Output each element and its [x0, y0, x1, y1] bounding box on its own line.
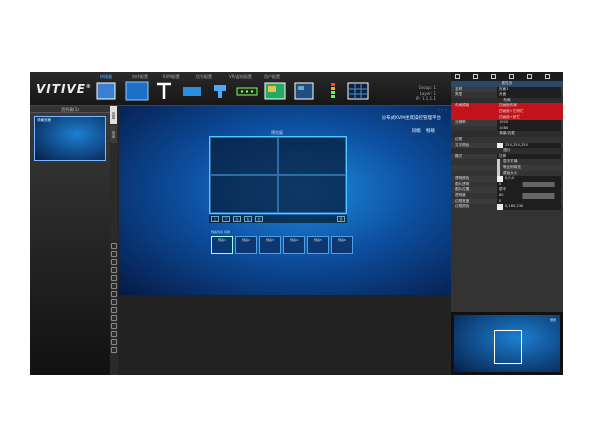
property-section: 布局 — [503, 97, 511, 102]
side-tool-icon[interactable] — [111, 307, 117, 313]
preset-button[interactable]: 预案6 — [331, 236, 353, 254]
properties-toolbar — [451, 72, 563, 81]
preset-label: 预案2 — [242, 238, 250, 242]
preset-label: 预案4 — [290, 238, 298, 242]
mini-preview-highlight — [494, 330, 522, 364]
preset-list-label: 预案列表 切换 — [211, 230, 230, 234]
side-tab[interactable]: 场景 — [110, 125, 117, 143]
canvas-window-controls[interactable]: ◦ ◦ ◦ — [437, 107, 447, 112]
text-tool-icon[interactable] — [152, 80, 176, 102]
preview-cell[interactable] — [278, 175, 346, 213]
side-tab[interactable]: 页面 — [110, 106, 117, 124]
preset-button[interactable]: 预案5 — [307, 236, 329, 254]
app-logo: VITIVE® — [36, 82, 92, 96]
thumbnail-label: 场景页面 — [37, 118, 51, 122]
side-tool-icon[interactable] — [111, 291, 117, 297]
canvas-subtitle: 同端 畅联 — [411, 129, 435, 134]
side-tool-icon[interactable] — [111, 275, 117, 281]
preset-label: 预案6 — [338, 238, 346, 242]
preview-control-bar: 上下左右全 退 — [209, 215, 347, 223]
preview-control-button[interactable]: 退 — [337, 216, 345, 222]
side-tool-icon[interactable] — [111, 315, 117, 321]
page-thumbnail[interactable]: 场景页面 — [34, 116, 106, 161]
preset-label: 预案3 — [266, 238, 274, 242]
property-value[interactable]: 0,160,230 — [497, 204, 561, 210]
background-tool-icon[interactable] — [125, 80, 149, 102]
settings-icon[interactable] — [545, 74, 550, 79]
design-canvas[interactable]: ◦ ◦ ◦ 分布式KVM坐席操控管理平台 同端 畅联 预览窗 上下左右全退 预案… — [119, 106, 451, 295]
preset-label: 预案5 — [314, 238, 322, 242]
screen-tool-icon[interactable] — [94, 80, 118, 102]
side-tool-icon[interactable] — [111, 331, 117, 337]
grid-tool-icon[interactable] — [346, 80, 370, 102]
property-row: 边框颜色 0,160,230 — [451, 204, 563, 210]
preset-button[interactable]: 预案3 — [259, 236, 281, 254]
side-tool-icon[interactable] — [111, 251, 117, 257]
preview-cell[interactable] — [210, 175, 278, 213]
preview-control-button[interactable]: 上 — [211, 216, 219, 222]
signal-tool-icon[interactable] — [208, 80, 232, 102]
side-tool-icon[interactable] — [111, 243, 117, 249]
preset-button[interactable]: 预案1 — [211, 236, 233, 254]
meter-tool-icon[interactable] — [321, 80, 345, 102]
mini-preview-screen: 预览 — [454, 315, 560, 372]
side-tool-icon[interactable] — [111, 283, 117, 289]
property-section: 背景/边框 — [499, 131, 515, 136]
side-tool-icon[interactable] — [111, 347, 117, 353]
status-readout: Group: 1 Layer: 1 IP: 1.1.1.1 — [406, 85, 436, 102]
mini-preview: 预览 — [451, 312, 563, 375]
preview-control-button[interactable]: 右 — [244, 216, 252, 222]
side-tool-column — [110, 242, 118, 355]
preview-cell[interactable] — [278, 137, 346, 175]
mini-preview-caption: 预览 — [549, 318, 556, 322]
preview-cell[interactable] — [210, 137, 278, 175]
page-list-panel: 页列表(1) 场景页面 — [30, 106, 110, 375]
preview-control-button[interactable]: 左 — [233, 216, 241, 222]
properties-panel: 属性页 名称 页面1 类型 页面 布局 布局模板 四画面布局 四画面+左侧栏 四画面+底栏 分辨率 1… — [451, 72, 563, 375]
layout-tool-icon[interactable] — [292, 80, 316, 102]
folder-icon[interactable] — [455, 74, 460, 79]
property-key: 边框颜色 — [455, 204, 470, 209]
side-tool-icon[interactable] — [111, 267, 117, 273]
arrow-up-icon[interactable] — [509, 74, 514, 79]
side-tool-icon[interactable] — [111, 299, 117, 305]
image-tool-icon[interactable] — [263, 80, 287, 102]
side-tool-icon[interactable] — [111, 323, 117, 329]
property-header: 属性页 — [501, 81, 513, 85]
side-tool-icon[interactable] — [111, 259, 117, 265]
device-tool-icon[interactable] — [235, 80, 259, 102]
copy-icon[interactable] — [491, 74, 496, 79]
page-list-header: 页列表(1) — [30, 106, 110, 113]
preview-grid[interactable] — [209, 136, 347, 214]
preset-button[interactable]: 预案2 — [235, 236, 257, 254]
window-tool-icon[interactable] — [180, 80, 204, 102]
property-section: 图片 — [503, 148, 511, 153]
save-icon[interactable] — [473, 74, 478, 79]
arrow-down-icon[interactable] — [527, 74, 532, 79]
canvas-title: 分布式KVM坐席操控管理平台 — [381, 116, 441, 121]
preset-button[interactable]: 预案4 — [283, 236, 305, 254]
side-tool-icon[interactable] — [111, 339, 117, 345]
preview-control-button[interactable]: 下 — [222, 216, 230, 222]
preset-label: 预案1 — [218, 238, 226, 242]
preview-control-button[interactable]: 全 — [255, 216, 263, 222]
ip-status: IP: 1.1.1.1 — [415, 96, 436, 101]
kvm-editor-window: VITIVE® 拼接器 协作配置 KVM配置 信号配置 VR/虚拟配置 用户配置 Grou… — [30, 72, 563, 375]
